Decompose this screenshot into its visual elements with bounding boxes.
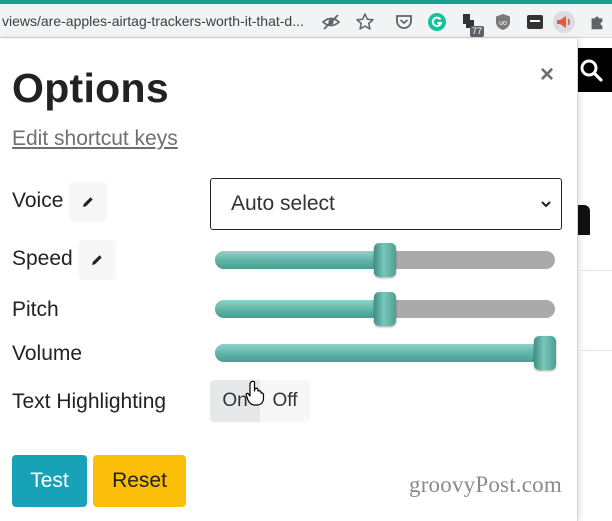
options-title: Options (12, 65, 169, 111)
speed-slider-fill (215, 251, 385, 269)
pencil-icon (83, 197, 93, 207)
speed-edit-button[interactable] (78, 240, 116, 280)
pitch-label: Pitch (12, 298, 59, 321)
edit-shortcut-keys-link[interactable]: Edit shortcut keys (12, 127, 178, 151)
chevron-down-icon (541, 201, 551, 208)
ublock-icon[interactable]: uo (492, 11, 514, 33)
extension-icon[interactable]: 77 (459, 11, 484, 37)
browser-toolbar: views/are-apples-airtag-trackers-worth-i… (0, 4, 612, 38)
page-divider (580, 270, 612, 271)
extension-badge: 77 (469, 26, 484, 37)
extension-square-icon[interactable] (524, 11, 546, 33)
grammarly-icon[interactable] (426, 11, 448, 33)
volume-slider-thumb[interactable] (534, 336, 556, 370)
pitch-slider-thumb[interactable] (374, 292, 396, 326)
voice-select-value: Auto select (231, 192, 335, 215)
eye-slash-icon[interactable] (320, 11, 342, 33)
speed-label: Speed (12, 247, 73, 270)
voice-edit-button[interactable] (69, 182, 107, 222)
watermark: groovyPost.com (409, 472, 562, 497)
voice-select[interactable]: Auto select (210, 178, 562, 230)
volume-slider-fill (215, 344, 545, 362)
speed-slider-thumb[interactable] (374, 243, 396, 277)
hand-cursor-icon (245, 380, 265, 411)
speed-slider[interactable] (215, 243, 555, 277)
pitch-slider-fill (215, 300, 385, 318)
star-icon[interactable] (354, 11, 376, 33)
read-aloud-icon[interactable] (553, 11, 575, 33)
text-highlighting-label: Text Highlighting (12, 390, 167, 413)
options-popup: Options × Edit shortcut keys Voice Auto … (0, 39, 578, 521)
pocket-icon[interactable] (393, 11, 415, 33)
svg-text:uo: uo (499, 20, 507, 27)
pitch-slider[interactable] (215, 292, 555, 326)
voice-label: Voice (12, 189, 64, 212)
volume-slider[interactable] (215, 336, 556, 370)
text-highlighting-off-button[interactable]: Off (260, 380, 310, 422)
puzzle-icon[interactable] (586, 11, 608, 33)
pencil-icon (92, 255, 102, 265)
page-divider (580, 350, 612, 351)
volume-label: Volume (12, 342, 83, 365)
search-icon[interactable] (578, 57, 604, 88)
reset-button[interactable]: Reset (93, 455, 186, 507)
close-icon[interactable]: × (540, 63, 554, 87)
test-button[interactable]: Test (12, 455, 87, 507)
